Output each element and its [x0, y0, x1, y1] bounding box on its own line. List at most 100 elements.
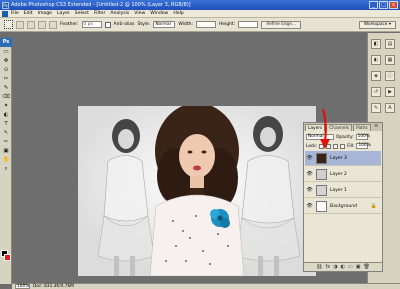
red-arrow-annotation [320, 109, 330, 149]
info-panel-icon[interactable]: ⓘ [385, 71, 395, 81]
type-tool-icon[interactable]: T [1, 120, 11, 128]
layer-row-background[interactable]: 👁 Background 🔒 [305, 199, 381, 214]
add-selection-icon[interactable] [27, 20, 35, 29]
new-selection-icon[interactable] [16, 20, 24, 29]
history-panel-icon[interactable]: ↺ [371, 87, 381, 97]
navigator-panel-icon[interactable]: ◧ [371, 39, 381, 49]
marquee-tool-preset-icon[interactable] [4, 20, 13, 29]
status-bar: 100% Doc: 831.3K/4.76M [12, 283, 400, 289]
lock-icon: 🔒 [370, 203, 377, 209]
lock-position-icon[interactable] [333, 143, 339, 149]
menu-layer[interactable]: Layer [57, 11, 70, 16]
title-bar: Ps Adobe Photoshop CS3 Extended - [Untit… [0, 0, 400, 10]
zoom-level-field[interactable]: 100% [15, 284, 30, 289]
maximize-button[interactable]: □ [379, 1, 388, 9]
canvas-image [78, 106, 316, 276]
lock-fill-row: Lock: Fill: 100% [306, 143, 371, 149]
layer-row-layer-3[interactable]: 👁 Layer 3 [305, 151, 381, 166]
feather-label: Feather: [60, 22, 79, 27]
eraser-tool-icon[interactable]: ⌫ [1, 93, 11, 101]
center-figure [149, 106, 245, 276]
layer-name: Layer 2 [330, 171, 347, 177]
fill-input[interactable]: 100% [356, 143, 371, 149]
blend-opacity-row: Normal Opacity: 100% [306, 134, 370, 140]
layer-thumbnail [316, 200, 327, 212]
layer-row-layer-1[interactable]: 👁 Layer 1 [305, 183, 381, 198]
subtract-selection-icon[interactable] [38, 20, 46, 29]
background-color-swatch[interactable] [4, 254, 11, 261]
layer-row-layer-2[interactable]: 👁 Layer 2 [305, 167, 381, 182]
layers-panel-tabs: Layers Channels Paths [304, 123, 382, 131]
marquee-tool-icon[interactable]: ▭ [1, 48, 11, 56]
menu-help[interactable]: Help [173, 11, 183, 16]
brushes-panel-icon[interactable]: ✎ [371, 103, 381, 113]
menu-edit[interactable]: Edit [24, 11, 33, 16]
layer-name: Layer 1 [330, 187, 347, 193]
lock-label: Lock: [306, 143, 318, 149]
toolbox-header-icon: Ps [0, 38, 12, 47]
window-controls: _ □ x [369, 1, 398, 9]
shape-tool-icon[interactable]: ▣ [1, 147, 11, 155]
swatches-panel-icon[interactable]: ▦ [385, 55, 395, 65]
opacity-input[interactable]: 100% [355, 134, 370, 140]
visibility-eye-icon[interactable]: 👁 [305, 203, 314, 209]
intersect-selection-icon[interactable] [49, 20, 57, 29]
menu-file[interactable]: File [11, 11, 19, 16]
adjustment-layer-icon[interactable]: ◐ [341, 264, 345, 270]
document-info[interactable]: Doc: 831.3K/4.76M [33, 284, 74, 289]
antialias-checkbox[interactable] [104, 21, 111, 28]
menu-bar: File Edit Image Layer Select Filter Anal… [0, 10, 400, 18]
dodge-tool-icon[interactable]: ◐ [1, 111, 11, 119]
layer-thumbnail [316, 152, 327, 164]
styles-panel-icon[interactable]: ◈ [371, 71, 381, 81]
menu-window[interactable]: Window [150, 11, 168, 16]
brush-tool-icon[interactable]: ✎ [1, 84, 11, 92]
menu-analysis[interactable]: Analysis [110, 11, 129, 16]
layer-style-icon[interactable]: fx [326, 264, 331, 270]
new-group-icon[interactable]: ▭ [348, 264, 353, 270]
panel-menu-icon[interactable]: ≡ [374, 124, 380, 129]
width-label: Width: [178, 22, 193, 27]
visibility-eye-icon[interactable]: 👁 [305, 171, 314, 177]
crop-tool-icon[interactable]: ✂ [1, 75, 11, 83]
opacity-label: Opacity: [336, 134, 354, 140]
layer-mask-icon[interactable]: ◑ [333, 264, 337, 270]
new-layer-icon[interactable]: ▣ [356, 264, 361, 270]
character-panel-icon[interactable]: A [385, 103, 395, 113]
layer-thumbnail [316, 184, 327, 196]
feather-input[interactable]: 0 px [81, 21, 102, 28]
menu-select[interactable]: Select [75, 11, 89, 16]
minimize-button[interactable]: _ [369, 1, 378, 9]
fill-label: Fill: [347, 143, 355, 149]
delete-layer-icon[interactable]: 🗑 [363, 264, 369, 270]
style-label: Style: [137, 22, 151, 27]
tab-paths[interactable]: Paths [353, 124, 371, 131]
style-select[interactable]: Normal [153, 21, 176, 28]
menu-filter[interactable]: Filter [94, 11, 105, 16]
menu-view[interactable]: View [134, 11, 145, 16]
healing-tool-icon[interactable]: ✦ [1, 102, 11, 110]
visibility-eye-icon[interactable]: 👁 [305, 155, 314, 161]
refine-edge-button[interactable]: Refine Edge... [261, 20, 302, 29]
link-layers-icon[interactable]: ⛓ [316, 264, 322, 270]
close-button[interactable]: x [389, 1, 398, 9]
height-input[interactable] [238, 21, 259, 28]
visibility-eye-icon[interactable]: 👁 [305, 187, 314, 193]
workspace-button[interactable]: Workspace ▾ [358, 21, 396, 29]
color-panel-icon[interactable]: ◐ [371, 55, 381, 65]
toolbox: Ps ▭ ✥ ⊙ ✂ ✎ ⌫ ✦ ◐ T ↖ ✏ ▣ ✋ ⌕ [0, 38, 12, 284]
histogram-panel-icon[interactable]: ▤ [385, 39, 395, 49]
pen-tool-icon[interactable]: ✏ [1, 138, 11, 146]
hand-tool-icon[interactable]: ✋ [1, 156, 11, 164]
layers-panel: Layers Channels Paths ≡ Normal Opacity: … [303, 109, 383, 272]
lasso-tool-icon[interactable]: ⊙ [1, 66, 11, 74]
actions-panel-icon[interactable]: ▶ [385, 87, 395, 97]
document-canvas[interactable] [78, 106, 316, 276]
lock-all-icon[interactable] [340, 143, 346, 149]
width-input[interactable] [195, 21, 216, 28]
move-tool-icon[interactable]: ✥ [1, 57, 11, 65]
zoom-tool-icon[interactable]: ⌕ [1, 165, 11, 173]
menu-image[interactable]: Image [38, 11, 52, 16]
photoshop-menu-icon[interactable] [2, 10, 8, 17]
path-selection-tool-icon[interactable]: ↖ [1, 129, 11, 137]
